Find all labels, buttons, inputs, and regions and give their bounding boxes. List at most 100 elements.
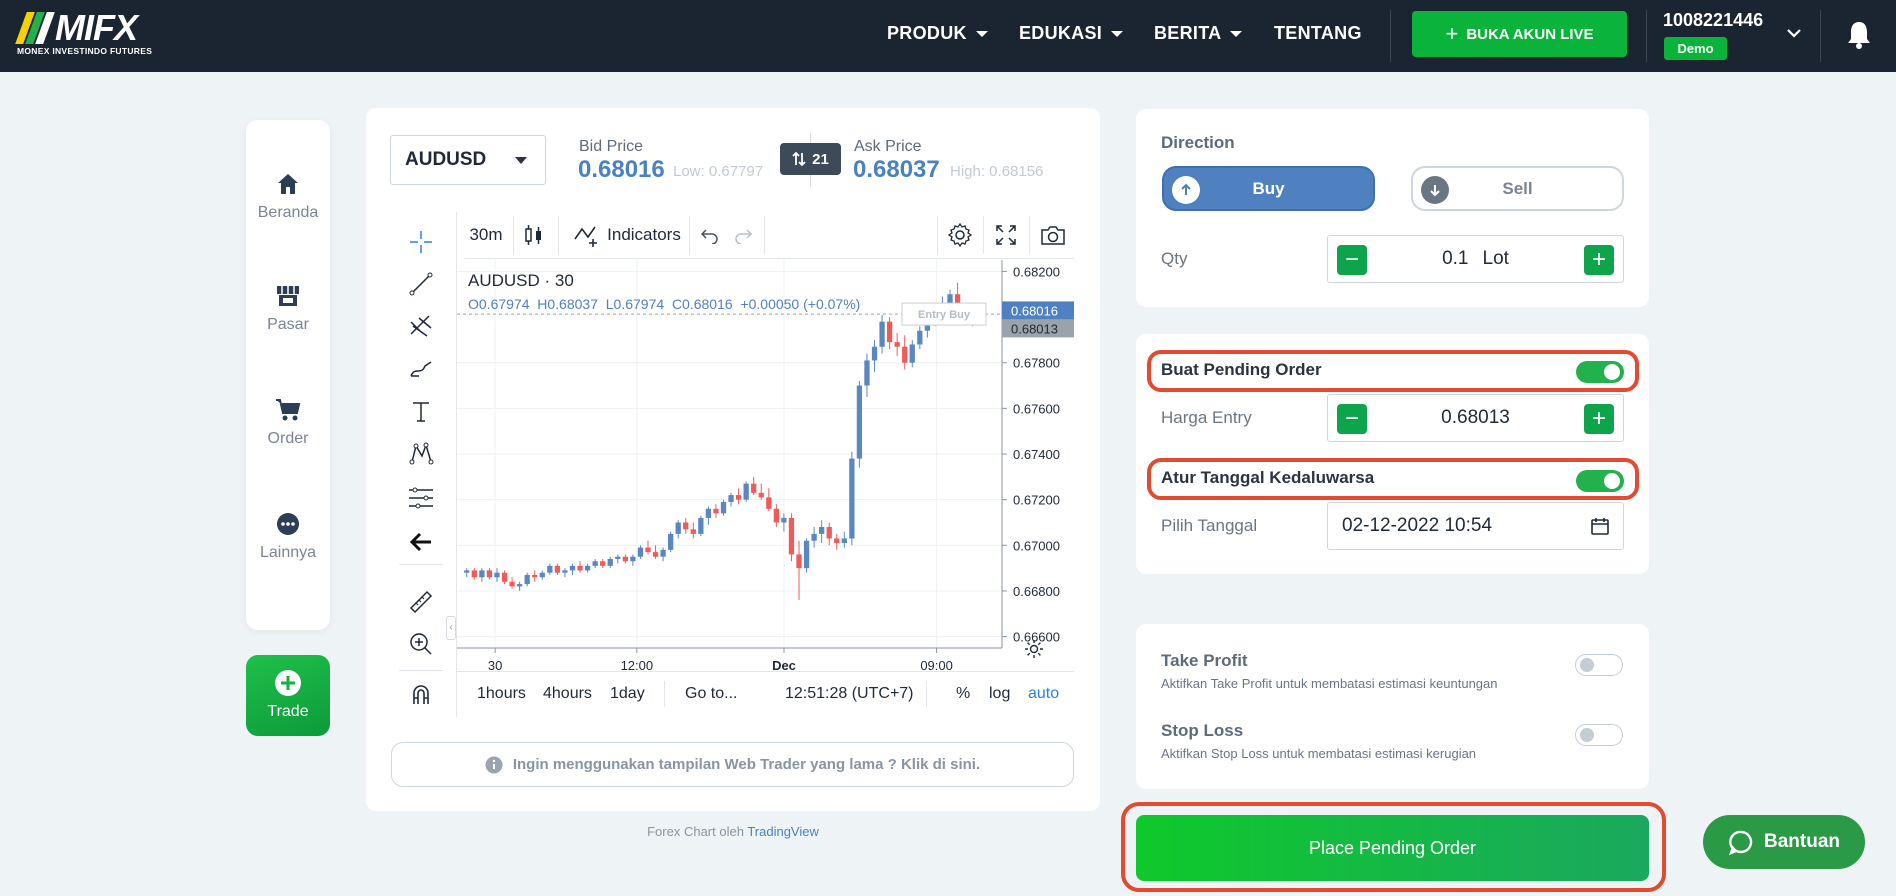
chart-settings-button[interactable] bbox=[939, 212, 981, 258]
expiry-date-input[interactable]: 02-12-2022 10:54 bbox=[1327, 502, 1624, 550]
candle bbox=[569, 565, 576, 571]
nav-divider bbox=[1390, 10, 1391, 62]
prediction-tool[interactable] bbox=[391, 478, 451, 518]
legacy-webtrader-link[interactable]: Ingin menggunakan tampilan Web Trader ya… bbox=[391, 742, 1074, 787]
menu-tentang[interactable]: TENTANG bbox=[1274, 23, 1362, 44]
percent-toggle[interactable]: % bbox=[956, 685, 970, 703]
undo-button[interactable] bbox=[695, 212, 725, 258]
back-tool[interactable] bbox=[391, 522, 451, 562]
buy-label: Buy bbox=[1252, 178, 1285, 198]
spread-badge: 21 bbox=[780, 143, 841, 175]
indicators-button[interactable]: Indicators bbox=[562, 212, 692, 258]
candle bbox=[494, 572, 500, 578]
measure-tool[interactable] bbox=[391, 582, 451, 622]
menu-berita[interactable]: BERITA bbox=[1154, 23, 1243, 44]
crosshair-icon bbox=[410, 231, 432, 253]
candle bbox=[698, 517, 704, 534]
trendline-tool[interactable] bbox=[391, 264, 451, 304]
time-axis-settings[interactable] bbox=[1025, 640, 1043, 658]
top-navbar: MIFX MONEX INVESTINDO FUTURES PRODUK EDU… bbox=[0, 0, 1896, 72]
open-live-account-button[interactable]: + BUKA AKUN LIVE bbox=[1412, 11, 1627, 57]
text-tool[interactable] bbox=[391, 392, 451, 432]
entry-price-stepper[interactable]: − 0.68013 + bbox=[1327, 394, 1624, 442]
sidebar-item-lainnya[interactable]: Lainnya bbox=[246, 512, 330, 562]
gear-icon[interactable] bbox=[1025, 640, 1043, 658]
entry-increase-button[interactable]: + bbox=[1584, 404, 1614, 434]
candle bbox=[864, 360, 870, 386]
menu-produk[interactable]: PRODUK bbox=[887, 23, 988, 44]
qty-value[interactable]: 0.1 bbox=[1442, 248, 1468, 270]
sidebar: Beranda Pasar Order Lainnya bbox=[246, 120, 330, 630]
price-tick-label: 0.67600 bbox=[1013, 401, 1060, 416]
candle bbox=[532, 574, 538, 578]
bell-icon[interactable] bbox=[1844, 19, 1874, 51]
stop-loss-toggle[interactable] bbox=[1575, 724, 1623, 746]
entry-decrease-button[interactable]: − bbox=[1337, 404, 1367, 434]
brush-icon bbox=[410, 361, 432, 377]
tp-sl-card bbox=[1136, 624, 1649, 789]
range-4h-button[interactable]: 4hours bbox=[543, 685, 592, 703]
qty-increase-button[interactable]: + bbox=[1584, 245, 1614, 275]
pattern-tool[interactable] bbox=[391, 434, 451, 474]
account-chevron-down-icon[interactable] bbox=[1786, 27, 1802, 41]
fullscreen-icon bbox=[996, 225, 1016, 245]
crosshair-tool[interactable] bbox=[391, 222, 451, 262]
sidebar-item-order[interactable]: Order bbox=[246, 398, 330, 448]
candle bbox=[751, 483, 757, 493]
zoom-in-icon bbox=[410, 633, 432, 655]
interval-button[interactable]: 30m bbox=[465, 212, 507, 258]
candle bbox=[547, 565, 553, 573]
price-tick-label: 0.68200 bbox=[1013, 264, 1060, 279]
candle bbox=[683, 522, 689, 530]
screenshot-button[interactable] bbox=[1031, 212, 1074, 258]
arrow-down-icon bbox=[1421, 176, 1449, 204]
trade-button[interactable]: Trade bbox=[246, 655, 330, 736]
brush-tool[interactable] bbox=[391, 348, 451, 388]
candle bbox=[849, 458, 855, 539]
caret-down-icon bbox=[1230, 30, 1243, 37]
help-button[interactable]: Bantuan bbox=[1703, 815, 1865, 869]
account-number[interactable]: 1008221446 bbox=[1663, 10, 1763, 31]
buy-button[interactable]: Buy bbox=[1162, 166, 1375, 211]
sidebar-item-pasar[interactable]: Pasar bbox=[246, 284, 330, 334]
range-1h-button[interactable]: 1hours bbox=[477, 685, 526, 703]
highlight-expiry bbox=[1147, 458, 1639, 500]
calendar-icon[interactable] bbox=[1590, 516, 1610, 536]
pitchfork-icon bbox=[410, 315, 432, 337]
magnet-tool[interactable] bbox=[391, 674, 451, 714]
sell-button[interactable]: Sell bbox=[1411, 166, 1624, 211]
credit-text: Forex Chart oleh bbox=[647, 824, 744, 839]
take-profit-toggle[interactable] bbox=[1575, 654, 1623, 676]
redo-button[interactable] bbox=[728, 212, 758, 258]
price-tick-label: 0.66600 bbox=[1013, 630, 1060, 645]
range-1d-button[interactable]: 1day bbox=[610, 685, 645, 703]
goto-button[interactable]: Go to... bbox=[685, 685, 737, 703]
mifx-logo[interactable]: MIFX MONEX INVESTINDO FUTURES bbox=[15, 9, 177, 59]
menu-berita-label: BERITA bbox=[1154, 23, 1222, 43]
chart-type-button[interactable] bbox=[515, 212, 553, 258]
ask-label: Ask Price bbox=[854, 138, 922, 155]
chart-top-toolbar: 30m Indicators bbox=[465, 212, 1074, 259]
price-chart[interactable]: 0.68200 0.67800 0.67600 0.67400 0.67200 0.670… bbox=[457, 260, 1074, 670]
candle bbox=[735, 495, 742, 500]
zoom-tool[interactable] bbox=[391, 624, 451, 664]
magnet-icon bbox=[413, 685, 429, 704]
candle bbox=[615, 556, 621, 559]
candle bbox=[668, 533, 674, 550]
spread-value: 21 bbox=[812, 150, 829, 168]
candle bbox=[781, 517, 787, 523]
sidebar-item-beranda[interactable]: Beranda bbox=[246, 172, 330, 222]
highlight-place-order bbox=[1121, 802, 1666, 892]
entry-price-value[interactable]: 0.68013 bbox=[1441, 407, 1510, 429]
qty-decrease-button[interactable]: − bbox=[1337, 245, 1367, 275]
auto-toggle[interactable]: auto bbox=[1028, 685, 1059, 703]
qty-stepper[interactable]: − 0.1 Lot + bbox=[1327, 235, 1624, 283]
menu-edukasi[interactable]: EDUKASI bbox=[1019, 23, 1124, 44]
time-tick-label: 30 bbox=[488, 658, 502, 670]
fullscreen-button[interactable] bbox=[985, 212, 1027, 258]
log-toggle[interactable]: log bbox=[989, 685, 1010, 703]
fib-tool[interactable] bbox=[391, 306, 451, 346]
collapse-toolbar-handle[interactable]: ‹ bbox=[446, 616, 456, 640]
symbol-select[interactable]: AUDUSD bbox=[390, 135, 546, 185]
tradingview-link[interactable]: TradingView bbox=[747, 824, 819, 839]
